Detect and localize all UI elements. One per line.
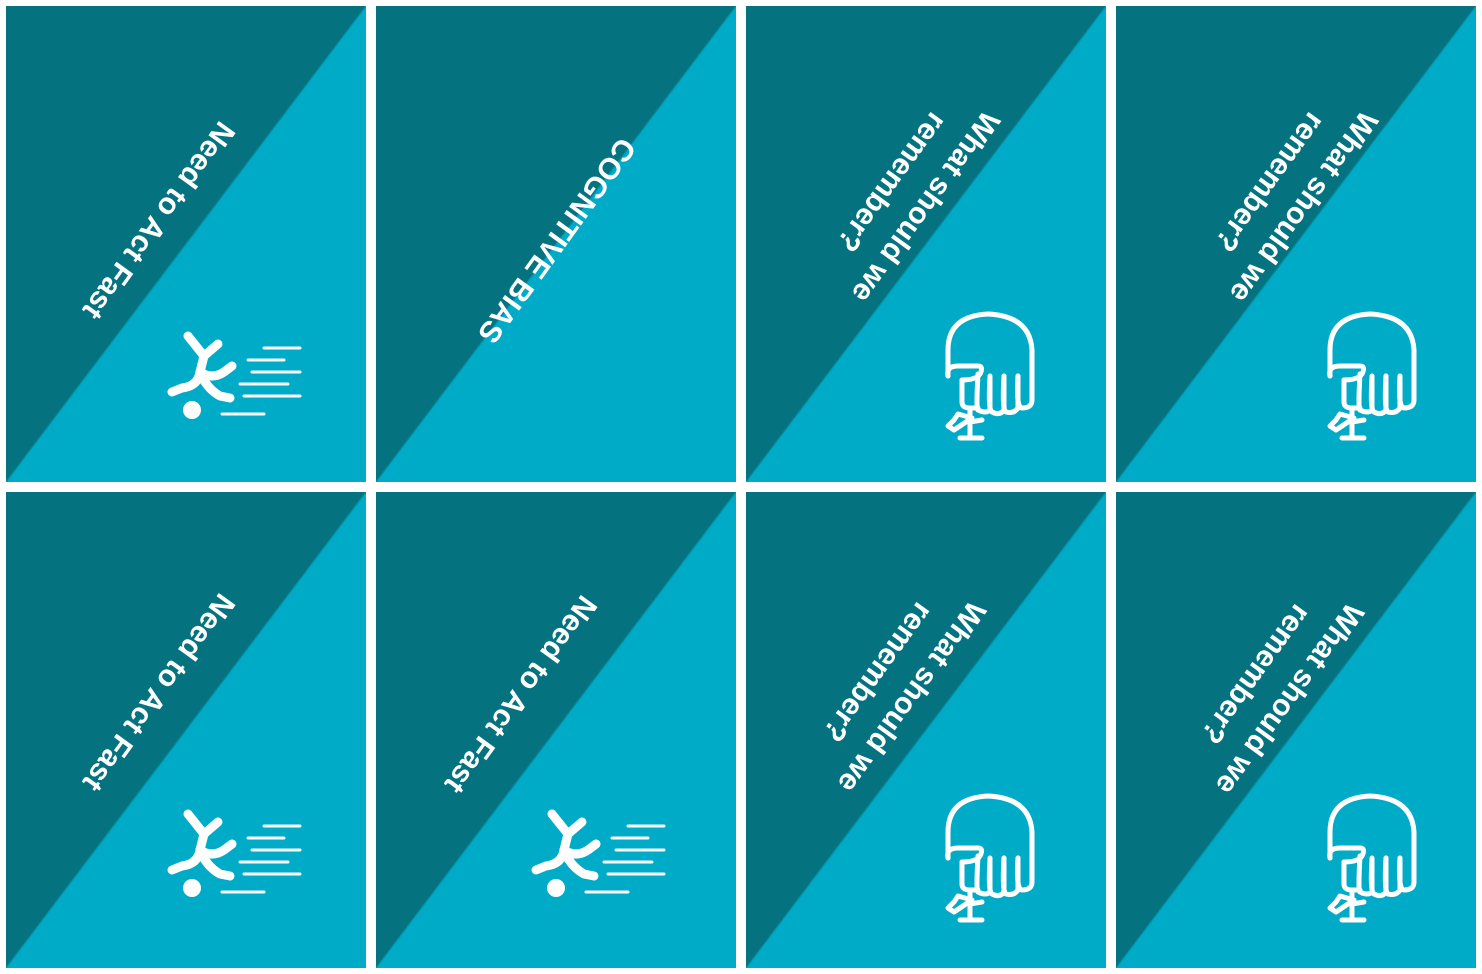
card-what-should-we-remember: What should we remember? xyxy=(1116,6,1476,482)
fist-ribbon-icon xyxy=(1324,792,1420,928)
card-title: What should we remember? xyxy=(1171,569,1373,803)
card-title: COGNITIVE BIAS xyxy=(467,129,645,352)
card-title: What should we remember? xyxy=(793,567,995,801)
card-title-line: Need to Act Fast xyxy=(437,589,603,800)
card-what-should-we-remember: What should we remember? xyxy=(746,6,1106,482)
card-title: Need to Act Fast xyxy=(434,586,606,801)
fist-ribbon-icon xyxy=(1324,310,1420,446)
card-need-to-act-fast: Need to Act Fast xyxy=(376,492,736,968)
card-title-line: Need to Act Fast xyxy=(75,587,241,798)
fist-ribbon-icon xyxy=(942,792,1038,928)
card-title: Need to Act Fast xyxy=(72,584,244,799)
card-what-should-we-remember: What should we remember? xyxy=(746,492,1106,968)
card-what-should-we-remember: What should we remember? xyxy=(1116,492,1476,968)
card-title: What should we remember? xyxy=(807,77,1009,311)
falling-person-icon xyxy=(160,800,310,910)
card-need-to-act-fast: Need to Act Fast xyxy=(6,492,366,968)
card-title-line: Need to Act Fast xyxy=(75,115,241,326)
card-title-line: COGNITIVE BIAS xyxy=(471,131,642,350)
card-cognitive-bias: COGNITIVE BIAS xyxy=(376,6,736,482)
card-need-to-act-fast: Need to Act Fast xyxy=(6,6,366,482)
fist-ribbon-icon xyxy=(942,310,1038,446)
falling-person-icon xyxy=(524,800,674,910)
card-title: Need to Act Fast xyxy=(72,112,244,327)
card-title: What should we remember? xyxy=(1185,77,1387,311)
falling-person-icon xyxy=(160,322,310,432)
